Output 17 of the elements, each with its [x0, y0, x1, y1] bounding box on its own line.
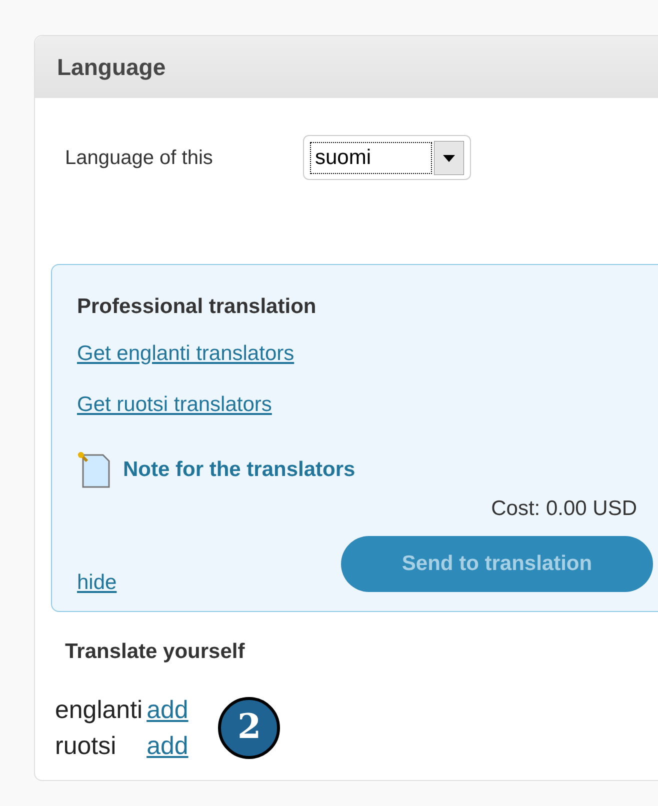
language-name: englanti: [55, 694, 143, 726]
language-name: ruotsi: [55, 730, 118, 762]
dropdown-caret-icon: [434, 140, 464, 174]
section-title: Professional translation: [77, 294, 318, 320]
note-link[interactable]: Note for the translators: [123, 454, 356, 486]
hide-link[interactable]: hide: [77, 566, 117, 598]
translators-link[interactable]: Get englanti translators: [77, 338, 294, 369]
add-link[interactable]: add: [146, 728, 188, 764]
step-number-badge: 2: [218, 696, 280, 758]
section-title: Translate yourself: [65, 639, 246, 665]
translators-link[interactable]: Get ruotsi translators: [77, 389, 272, 420]
language-label: Language of this: [65, 146, 214, 170]
cost-text: Cost: 0.00 USD: [491, 496, 637, 522]
note-icon: [77, 450, 111, 488]
add-link[interactable]: add: [146, 692, 188, 728]
panel-title: Language: [57, 52, 166, 82]
language-select[interactable]: suomi: [303, 135, 471, 180]
